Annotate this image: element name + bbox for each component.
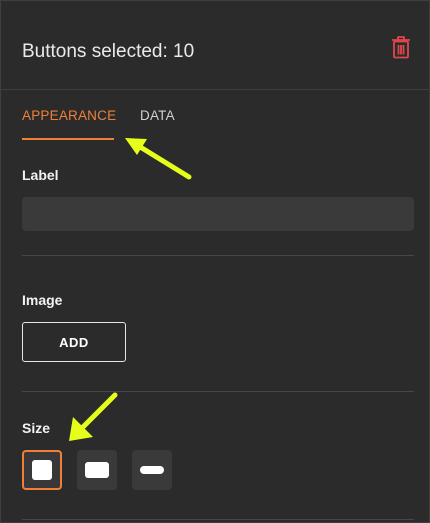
trash-icon[interactable] (391, 35, 411, 59)
image-section-title: Image (22, 292, 63, 308)
add-image-button[interactable]: ADD (22, 322, 126, 362)
size-option-pill[interactable] (132, 450, 172, 490)
wide-shape-icon (85, 462, 109, 478)
annotation-arrow-icon (69, 392, 118, 441)
tab-appearance[interactable]: APPEARANCE (22, 108, 116, 123)
section-divider (22, 255, 414, 256)
pill-shape-icon (140, 466, 164, 474)
active-tab-indicator (22, 138, 114, 140)
size-option-square[interactable] (22, 450, 62, 490)
label-input[interactable] (22, 197, 414, 231)
size-option-wide[interactable] (77, 450, 117, 490)
section-divider (22, 519, 414, 520)
selection-title: Buttons selected: 10 (22, 41, 195, 62)
annotation-arrow-icon (125, 138, 192, 180)
tab-data[interactable]: DATA (140, 108, 175, 123)
properties-panel: Buttons selected: 10 APPEARANCE DATA Lab… (0, 0, 430, 523)
square-shape-icon (32, 460, 52, 480)
label-section-title: Label (22, 167, 59, 183)
panel-header: Buttons selected: 10 (1, 1, 429, 90)
size-section-title: Size (22, 420, 51, 436)
section-divider (22, 391, 414, 392)
